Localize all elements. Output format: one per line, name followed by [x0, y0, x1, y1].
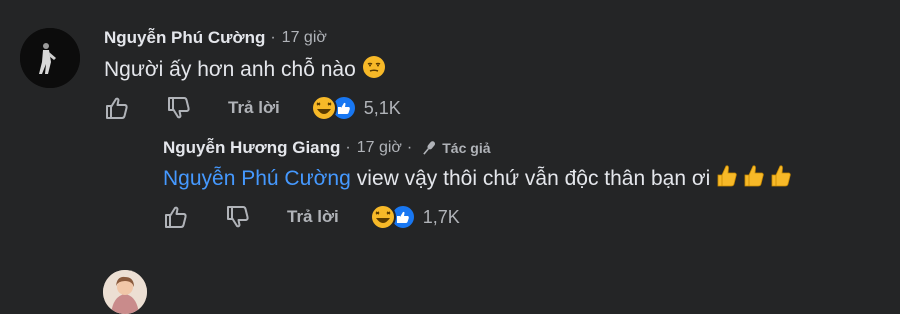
reaction-count: 5,1K	[363, 97, 401, 118]
comment: Nguyễn Phú Cường · 17 giờ Người ấy hơn a…	[0, 0, 900, 130]
timestamp[interactable]: 17 giờ	[357, 139, 402, 157]
reply-button[interactable]: Trả lời	[228, 98, 280, 118]
thumbs-down-outline-icon[interactable]	[166, 95, 192, 121]
comment-header: Nguyễn Hương Giang · 17 giờ · Tác giả	[163, 138, 491, 158]
author-name[interactable]: Nguyễn Hương Giang	[163, 138, 340, 158]
microphone-icon	[423, 141, 436, 155]
avatar[interactable]	[103, 270, 147, 314]
mention-link[interactable]: Nguyễn Phú Cường	[163, 167, 351, 191]
reaction-summary[interactable]: 5,1K	[310, 94, 401, 122]
unamused-face-icon	[362, 55, 386, 85]
separator: ·	[406, 139, 413, 156]
comment-header: Nguyễn Phú Cường · 17 giờ	[104, 28, 327, 48]
comment-body: Người ấy hơn anh chỗ nào	[104, 58, 356, 81]
separator: ·	[270, 29, 276, 46]
reply-button[interactable]: Trả lời	[287, 207, 339, 227]
thumbs-up-emoji-icon	[716, 163, 798, 195]
separator: ·	[345, 139, 351, 156]
comment-text: Người ấy hơn anh chỗ nào	[104, 55, 386, 85]
comment-actions: Trả lời 1,7K	[163, 203, 460, 231]
comment-text: Nguyễn Phú Cường view vậy thôi chứ vẫn đ…	[163, 163, 798, 195]
reaction-count: 1,7K	[422, 206, 460, 227]
thumbs-down-outline-icon[interactable]	[225, 204, 251, 230]
comment-actions: Trả lời 5,1K	[104, 94, 401, 122]
author-badge-label: Tác giả	[442, 140, 491, 156]
author-name[interactable]: Nguyễn Phú Cường	[104, 28, 265, 48]
timestamp[interactable]: 17 giờ	[282, 29, 327, 47]
author-badge: Tác giả	[420, 139, 491, 157]
reaction-summary[interactable]: 1,7K	[369, 203, 460, 231]
avatar[interactable]	[20, 28, 80, 88]
thumbs-up-outline-icon[interactable]	[163, 204, 189, 230]
comment-body: view vậy thôi chứ vẫn độc thân bạn ơi	[356, 167, 711, 190]
thumbs-up-outline-icon[interactable]	[104, 95, 130, 121]
reply-comment: Nguyễn Hương Giang · 17 giờ · Tác giả Ng…	[0, 130, 900, 314]
